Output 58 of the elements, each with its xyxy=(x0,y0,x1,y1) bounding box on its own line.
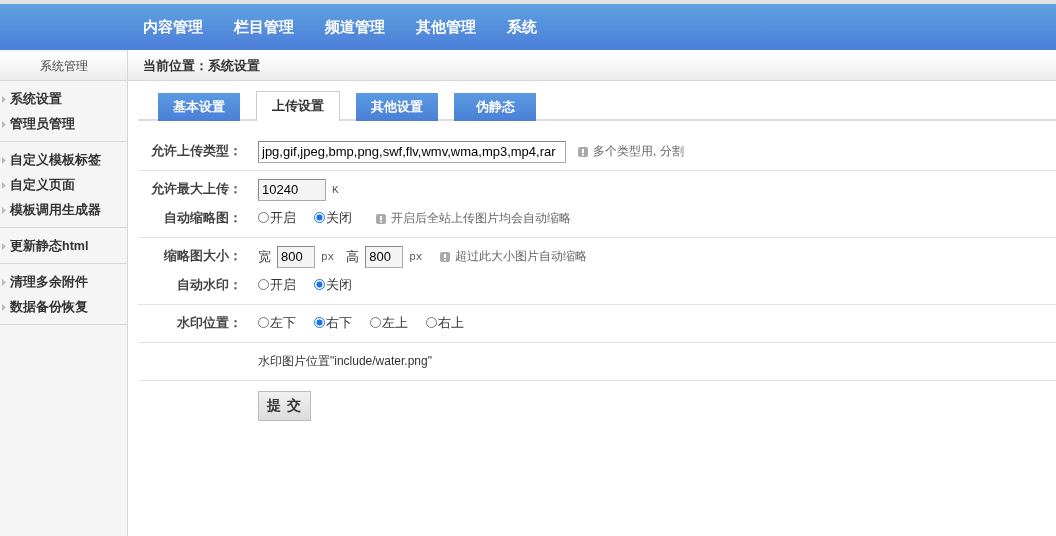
unit-label: px xyxy=(409,250,423,263)
hint-text: 多个类型用, 分割 xyxy=(593,143,684,160)
arrow-icon xyxy=(2,207,6,214)
tab[interactable]: 上传设置 xyxy=(256,91,340,121)
info-icon xyxy=(578,146,588,157)
radio-label[interactable]: 关闭 xyxy=(326,210,352,227)
radio-label[interactable]: 关闭 xyxy=(326,277,352,294)
input-field[interactable]: 800 xyxy=(277,245,315,268)
breadcrumb: 当前位置：系统设置 xyxy=(143,59,260,73)
note-text: 水印图片位置"include/water.png" xyxy=(258,353,432,370)
radio-label[interactable]: 左上 xyxy=(382,315,408,332)
field-label: 高 xyxy=(346,247,360,266)
sidebar-item[interactable]: 系统设置 xyxy=(10,91,62,108)
radio-button[interactable] xyxy=(426,317,437,328)
info-icon xyxy=(440,251,451,262)
radio-label[interactable]: 开启 xyxy=(270,277,296,294)
field-label: 自动水印： xyxy=(177,278,242,292)
radio-label[interactable]: 左下 xyxy=(270,315,296,332)
field-label: 宽 xyxy=(258,247,271,266)
radio-button[interactable] xyxy=(314,212,325,223)
input-field[interactable]: jpg,gif,jpeg,bmp,png,swf,flv,wmv,wma,mp3,mp4,rar xyxy=(258,140,566,163)
radio-label[interactable]: 右下 xyxy=(326,315,352,332)
radio-button[interactable] xyxy=(314,317,325,328)
radio-label[interactable]: 开启 xyxy=(270,210,296,227)
arrow-icon xyxy=(2,243,6,250)
arrow-icon xyxy=(2,96,6,103)
sidebar-item[interactable]: 自定义模板标签 xyxy=(10,152,101,169)
field-label: 允许最大上传： xyxy=(151,182,242,196)
arrow-icon xyxy=(2,121,6,128)
arrow-icon xyxy=(2,304,6,311)
sidebar-title: 系统管理 xyxy=(0,52,127,81)
field-label: 自动缩略图： xyxy=(164,211,242,225)
arrow-icon xyxy=(2,157,6,164)
radio-button[interactable] xyxy=(370,317,381,328)
field-label: 缩略图大小： xyxy=(164,249,242,263)
hint-text: 超过此大小图片自动缩略 xyxy=(455,248,588,265)
radio-button[interactable] xyxy=(258,279,269,290)
radio-button[interactable] xyxy=(258,317,269,328)
unit-label: K xyxy=(332,183,339,196)
submit-button[interactable]: 提 交 xyxy=(258,391,311,421)
sidebar-item[interactable]: 清理多余附件 xyxy=(10,274,88,291)
input-field[interactable]: 800 xyxy=(365,245,404,268)
sidebar-item[interactable]: 自定义页面 xyxy=(10,177,75,194)
info-icon xyxy=(376,213,386,224)
radio-label[interactable]: 右上 xyxy=(438,315,464,332)
sidebar-item[interactable]: 更新静态html xyxy=(10,238,89,255)
input-field[interactable]: 10240 xyxy=(258,178,326,201)
arrow-icon xyxy=(2,182,6,189)
sidebar-item[interactable]: 管理员管理 xyxy=(10,116,75,133)
radio-button[interactable] xyxy=(258,212,269,223)
radio-button[interactable] xyxy=(314,279,325,290)
sidebar-item[interactable]: 数据备份恢复 xyxy=(10,299,88,316)
hint-text: 开启后全站上传图片均会自动缩略 xyxy=(391,210,571,227)
field-label: 水印位置： xyxy=(177,316,242,330)
arrow-icon xyxy=(2,279,6,286)
sidebar-item[interactable]: 模板调用生成器 xyxy=(10,202,101,219)
unit-label: px xyxy=(321,250,335,263)
field-label: 允许上传类型： xyxy=(151,144,242,158)
